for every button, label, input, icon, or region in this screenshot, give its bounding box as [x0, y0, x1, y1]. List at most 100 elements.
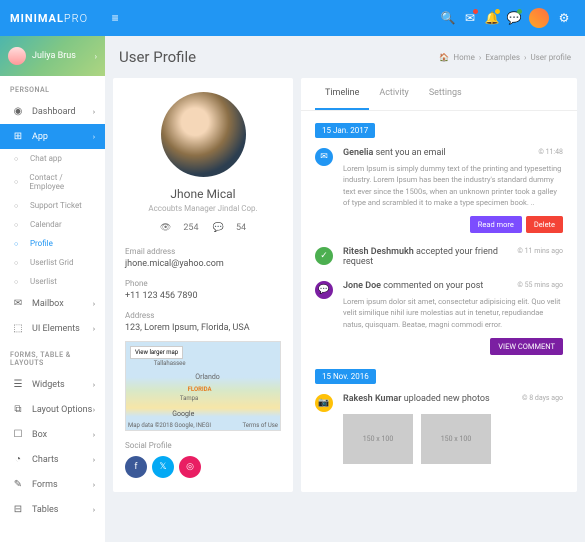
- timestamp: © 11 mins ago: [517, 247, 563, 255]
- chevron-right-icon: ›: [93, 325, 95, 333]
- chevron-right-icon: ›: [93, 133, 95, 141]
- email-value: jhone.mical@yahoo.com: [125, 259, 281, 269]
- chevron-right-icon: ›: [93, 406, 95, 414]
- sub-chat[interactable]: ○Chat app: [0, 149, 105, 168]
- chevron-right-icon: ›: [93, 108, 95, 116]
- grid-icon: ⊞: [10, 131, 26, 142]
- sidebar-username: Juliya Brus: [32, 51, 76, 61]
- photo-thumb[interactable]: 150 x 100: [421, 414, 491, 464]
- circle-icon: ○: [14, 202, 24, 210]
- circle-icon: ○: [14, 221, 24, 229]
- nav-box[interactable]: ☐Box›: [0, 422, 105, 447]
- sidebar-user[interactable]: Juliya Brus ›: [0, 36, 105, 76]
- tab-settings[interactable]: Settings: [419, 78, 472, 110]
- timeline-text: Lorem Ipsum is simply dummy text of the …: [343, 163, 563, 208]
- social-label: Social Profile: [125, 441, 281, 450]
- eye-icon: 👁: [160, 223, 171, 233]
- chevron-right-icon: ›: [93, 456, 95, 464]
- profile-role: Accoubts Manager Jindal Cop.: [125, 204, 281, 213]
- nav-app[interactable]: ⊞App›: [0, 124, 105, 149]
- circle-icon: ○: [14, 155, 24, 163]
- nav-layout-options[interactable]: ⧉Layout Options›: [0, 397, 105, 422]
- nav-widgets[interactable]: ☰Widgets›: [0, 372, 105, 397]
- twitter-button[interactable]: 𝕏: [152, 456, 174, 478]
- pie-icon: ◔: [10, 454, 26, 465]
- circle-icon: ○: [14, 240, 24, 248]
- chat-icon[interactable]: 💬: [503, 11, 525, 25]
- circle-icon: ○: [14, 178, 23, 186]
- sub-profile[interactable]: ○Profile: [0, 234, 105, 253]
- nav-mailbox[interactable]: ✉Mailbox›: [0, 291, 105, 316]
- search-icon[interactable]: 🔍: [437, 11, 459, 25]
- tab-activity[interactable]: Activity: [369, 78, 418, 110]
- table-icon: ⊟: [10, 504, 26, 515]
- chevron-right-icon: ›: [93, 431, 95, 439]
- section-personal: PERSONAL: [0, 76, 105, 99]
- instagram-button[interactable]: ◎: [179, 456, 201, 478]
- timestamp: © 8 days ago: [522, 394, 563, 402]
- home-icon[interactable]: 🏠: [439, 53, 449, 62]
- photo-thumb[interactable]: 150 x 100: [343, 414, 413, 464]
- mail-icon: ✉: [10, 298, 26, 309]
- crumb-home[interactable]: Home: [453, 53, 475, 62]
- brand-logo[interactable]: MINIMALPRO: [10, 12, 88, 25]
- menu-toggle-icon[interactable]: ≡: [104, 11, 126, 25]
- profile-name: Jhone Mical: [125, 187, 281, 201]
- chevron-right-icon: ›: [93, 481, 95, 489]
- sub-userlist-grid[interactable]: ○Userlist Grid: [0, 253, 105, 272]
- crumb-examples[interactable]: Examples: [485, 53, 520, 62]
- edit-icon: ✎: [10, 479, 26, 490]
- timestamp: © 11:48: [538, 148, 563, 156]
- gear-icon[interactable]: ⚙: [553, 11, 575, 25]
- facebook-button[interactable]: f: [125, 456, 147, 478]
- nav-ui-elements[interactable]: ⬚UI Elements›: [0, 316, 105, 341]
- sub-calendar[interactable]: ○Calendar: [0, 215, 105, 234]
- address-label: Address: [125, 311, 281, 320]
- chevron-right-icon: ›: [93, 506, 95, 514]
- mail-icon[interactable]: ✉: [459, 11, 481, 25]
- section-forms: FORMS, TABLE & LAYOUTS: [0, 341, 105, 372]
- tab-timeline[interactable]: Timeline: [315, 78, 369, 110]
- profile-stats: 👁254 💬54: [125, 223, 281, 233]
- layout-icon: ⧉: [10, 404, 26, 415]
- comment-icon: 💬: [213, 223, 224, 233]
- list-icon: ☰: [10, 379, 26, 390]
- breadcrumb: 🏠 Home› Examples› User profile: [439, 53, 571, 62]
- user-avatar[interactable]: [529, 8, 549, 28]
- comment-dot-icon: 💬: [315, 281, 333, 299]
- crumb-current: User profile: [530, 53, 571, 62]
- chevron-right-icon: ›: [95, 52, 97, 61]
- sidebar-avatar: [8, 47, 26, 65]
- map-larger-button[interactable]: View larger map: [130, 346, 183, 359]
- sub-contact[interactable]: ○Contact / Employee: [0, 168, 105, 196]
- phone-label: Phone: [125, 279, 281, 288]
- phone-value: +11 123 456 7890: [125, 291, 281, 301]
- timestamp: © 55 mins ago: [517, 281, 563, 289]
- sub-support[interactable]: ○Support Ticket: [0, 196, 105, 215]
- delete-button[interactable]: Delete: [526, 216, 563, 233]
- camera-dot-icon: 📷: [315, 394, 333, 412]
- dashboard-icon: ◉: [10, 106, 26, 117]
- circle-icon: ○: [14, 278, 24, 286]
- sub-userlist[interactable]: ○Userlist: [0, 272, 105, 291]
- nav-tables[interactable]: ⊟Tables›: [0, 497, 105, 522]
- chevron-right-icon: ›: [93, 381, 95, 389]
- view-comment-button[interactable]: VIEW COMMENT: [490, 338, 563, 355]
- nav-charts[interactable]: ◔Charts›: [0, 447, 105, 472]
- bell-icon[interactable]: 🔔: [481, 11, 503, 25]
- check-dot-icon: ✓: [315, 247, 333, 265]
- mail-dot-icon: ✉: [315, 148, 333, 166]
- ui-icon: ⬚: [10, 323, 26, 334]
- date-badge: 15 Nov. 2016: [315, 369, 376, 384]
- timeline-text: Lorem ipsum dolor sit amet, consectetur …: [343, 296, 563, 330]
- address-value: 123, Lorem Ipsum, Florida, USA: [125, 323, 281, 333]
- map[interactable]: View larger map Orlando FLORIDA Tallahas…: [125, 341, 281, 431]
- date-badge: 15 Jan. 2017: [315, 123, 375, 138]
- chevron-right-icon: ›: [93, 300, 95, 308]
- nav-forms[interactable]: ✎Forms›: [0, 472, 105, 497]
- circle-icon: ○: [14, 259, 24, 267]
- profile-avatar: [161, 92, 246, 177]
- email-label: Email address: [125, 247, 281, 256]
- read-more-button[interactable]: Read more: [470, 216, 522, 233]
- nav-dashboard[interactable]: ◉Dashboard›: [0, 99, 105, 124]
